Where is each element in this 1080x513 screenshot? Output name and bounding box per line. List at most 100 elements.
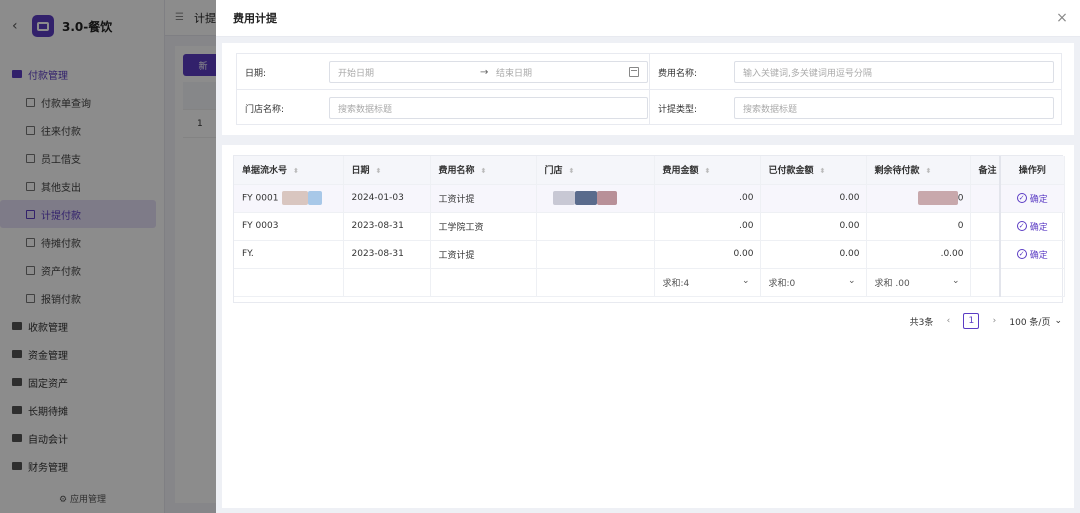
expense-name-input[interactable]: 输入关键词,多关键词用逗号分隔 (734, 61, 1054, 83)
modal-header: 费用计提 × (216, 0, 1080, 37)
column-header-paid[interactable]: 已付款金额 ⬍ (760, 156, 867, 185)
check-circle-icon: ✓ (1016, 249, 1027, 259)
cell-amount: .00 (654, 212, 761, 241)
date-filter: 日期: 开始日期 → 结束日期 (245, 54, 648, 90)
page-number[interactable]: 1 (963, 313, 980, 329)
cell-date: 2024-01-03 (343, 184, 431, 213)
summary-remaining[interactable]: 求和 .00 ⌄ (866, 268, 971, 297)
cell-paid: 0.00 (760, 184, 867, 213)
expense-accrual-modal: 费用计提 × 日期: 开始日期 → 结束日期 费用名称: 输入关键词,多关键词用… (216, 0, 1080, 513)
summary-empty (970, 268, 1001, 297)
summary-empty (536, 268, 655, 297)
expense-name-filter: 费用名称: 输入关键词,多关键词用逗号分隔 (658, 54, 1058, 90)
cell-remaining: 0 (866, 212, 971, 241)
cell-remark (970, 212, 1001, 241)
column-header-date[interactable]: 日期 ⬍ (343, 156, 431, 185)
redacted-blur (917, 191, 958, 205)
column-header-expense-name[interactable]: 费用名称 ⬍ (430, 156, 537, 185)
table-row[interactable]: FY 0003 2023-08-31 工学院工资 .00 0.00 0 ✓ 确定 (234, 212, 1065, 241)
remaining-text: 0 (957, 193, 964, 204)
cell-serial: FY 0001 (234, 184, 344, 213)
table-row[interactable]: FY. 2023-08-31 工资计提 0.00 0.00 .0.00 ✓ 确定 (234, 240, 1065, 269)
confirm-label: 确定 (1029, 250, 1048, 261)
confirm-button[interactable]: ✓ 确定 (1016, 220, 1048, 233)
cell-actions: ✓ 确定 (999, 240, 1065, 269)
pagination: 共3条 ‹ 1 › 100 条/页 ⌄ (910, 313, 1062, 329)
column-label: 操作列 (1018, 166, 1046, 177)
confirm-label: 确定 (1029, 194, 1048, 205)
table-row[interactable]: FY 0001 2024-01-03 工资计提 .00 0.00 0 ✓ 确定 (234, 184, 1065, 213)
column-header-store[interactable]: 门店 ⬍ (536, 156, 655, 185)
redacted-blur (308, 191, 323, 205)
page-size-select[interactable]: 100 条/页 ⌄ (1009, 315, 1062, 328)
chevron-down-icon[interactable]: ⌄ (742, 276, 750, 289)
column-header-serial[interactable]: 单据流水号 ⬍ (234, 156, 344, 185)
sort-icon[interactable]: ⬍ (481, 167, 487, 175)
sort-icon[interactable]: ⬍ (705, 167, 711, 175)
accrual-type-input[interactable]: 搜索数据标题 (734, 97, 1054, 119)
filter-panel: 日期: 开始日期 → 结束日期 费用名称: 输入关键词,多关键词用逗号分隔 门店… (222, 43, 1074, 135)
sort-icon[interactable]: ⬍ (926, 167, 932, 175)
cell-remaining: .0.00 (866, 240, 971, 269)
accrual-type-filter: 计提类型: 搜索数据标题 (658, 90, 1058, 126)
redacted-blur (282, 191, 309, 205)
summary-amount-text: 求和:4 (662, 278, 690, 289)
total-count: 共3条 (909, 317, 934, 328)
column-label: 费用名称 (438, 166, 475, 177)
cell-amount: 0.00 (654, 240, 761, 269)
page-size-label: 100 条/页 (1009, 317, 1051, 328)
column-label: 备注 (978, 166, 997, 177)
cell-store (536, 212, 655, 241)
date-range-picker[interactable]: 开始日期 → 结束日期 (329, 61, 648, 83)
redacted-blur (574, 191, 597, 205)
summary-empty (999, 268, 1065, 297)
cell-serial: FY. (234, 240, 344, 269)
sort-icon[interactable]: ⬍ (376, 167, 382, 175)
cell-remark (970, 184, 1001, 213)
column-header-remark[interactable]: 备注 (970, 156, 1001, 185)
column-label: 日期 (351, 166, 370, 177)
cell-expense-name: 工学院工资 (430, 212, 537, 241)
chevron-down-icon[interactable]: ⌄ (848, 276, 856, 289)
cell-expense-name: 工资计提 (430, 240, 537, 269)
summary-paid[interactable]: 求和:0 ⌄ (760, 268, 867, 297)
cell-serial: FY 0003 (234, 212, 344, 241)
cell-store (536, 184, 655, 213)
check-circle-icon: ✓ (1016, 193, 1027, 203)
confirm-button[interactable]: ✓ 确定 (1016, 248, 1048, 261)
date-label: 日期: (245, 68, 267, 79)
column-label: 门店 (544, 166, 563, 177)
column-label: 已付款金额 (768, 166, 814, 177)
date-start-input[interactable]: 开始日期 (338, 66, 374, 79)
summary-empty (343, 268, 431, 297)
cell-date: 2023-08-31 (343, 212, 431, 241)
sort-icon[interactable]: ⬍ (569, 167, 575, 175)
column-header-amount[interactable]: 费用金额 ⬍ (654, 156, 761, 185)
results-panel: 单据流水号 ⬍ 日期 ⬍ 费用名称 ⬍ 门店 ⬍ 费用金额 ⬍ 已付款金额 ⬍ 剩余待付款 ⬍… (222, 145, 1074, 508)
summary-remaining-text: 求和 .00 (874, 278, 910, 289)
cell-actions: ✓ 确定 (999, 212, 1065, 241)
summary-amount[interactable]: 求和:4 ⌄ (654, 268, 761, 297)
column-header-remaining[interactable]: 剩余待付款 ⬍ (866, 156, 971, 185)
store-input[interactable]: 搜索数据标题 (329, 97, 648, 119)
date-end-input[interactable]: 结束日期 (496, 66, 532, 79)
sort-icon[interactable]: ⬍ (293, 167, 299, 175)
cell-store (536, 240, 655, 269)
column-label: 单据流水号 (242, 166, 288, 177)
sort-icon[interactable]: ⬍ (820, 167, 826, 175)
chevron-down-icon[interactable]: ⌄ (952, 276, 960, 289)
cell-expense-name: 工资计提 (430, 184, 537, 213)
prev-page-icon[interactable]: ‹ (941, 314, 955, 328)
close-icon[interactable]: × (1054, 10, 1070, 26)
chevron-down-icon: ⌄ (1054, 316, 1062, 326)
cell-remaining: 0 (866, 184, 971, 213)
cell-paid: 0.00 (760, 212, 867, 241)
next-page-icon[interactable]: › (987, 314, 1001, 328)
summary-empty (234, 268, 344, 297)
calendar-icon[interactable] (629, 67, 639, 77)
confirm-button[interactable]: ✓ 确定 (1016, 192, 1048, 205)
expense-name-label: 费用名称: (658, 68, 698, 79)
check-circle-icon: ✓ (1016, 221, 1027, 231)
column-header-actions: 操作列 (999, 156, 1065, 185)
summary-paid-text: 求和:0 (768, 278, 796, 289)
